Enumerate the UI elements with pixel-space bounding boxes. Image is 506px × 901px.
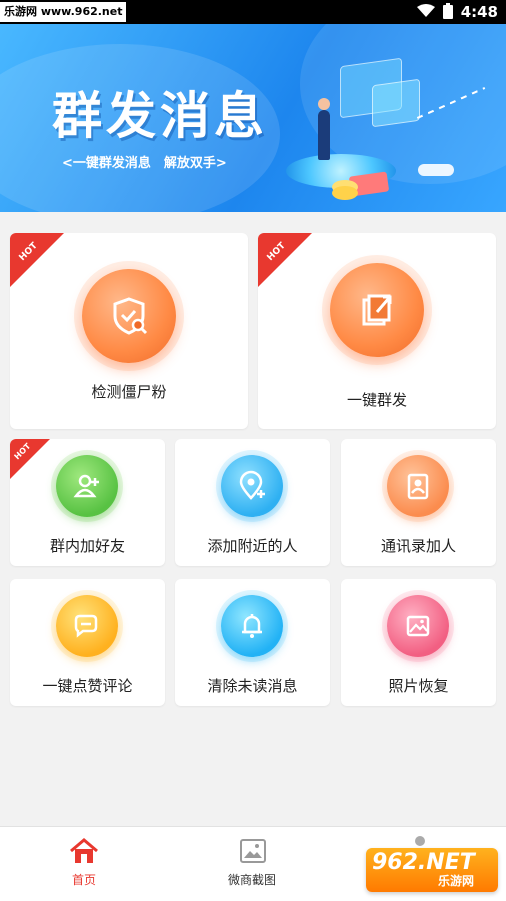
feature-label: 群内加好友 <box>49 537 125 555</box>
banner-subtitle: <一键群发消息 解放双手> <box>62 156 227 171</box>
promo-banner[interactable]: 群发消息 <一键群发消息 解放双手> <box>0 24 506 212</box>
status-site-label: 乐游网 www.962.net <box>0 2 127 22</box>
feature-label: 添加附近的人 <box>207 537 298 555</box>
home-icon <box>70 838 98 863</box>
feature-label: 通讯录加人 <box>380 537 456 555</box>
nav-label: 首页 <box>71 873 96 887</box>
feature-card-one-click-broadcast[interactable]: HOT 一键群发 <box>258 233 496 429</box>
photo-icon <box>387 595 449 657</box>
location-add-icon <box>221 455 283 517</box>
watermark-site-text: 乐游网 <box>438 874 475 888</box>
nav-item-home[interactable]: 首页 <box>0 827 168 901</box>
chart-board-illustration <box>372 78 420 128</box>
image-icon <box>240 839 266 863</box>
coins-illustration <box>332 186 358 200</box>
add-friend-icon <box>56 455 118 517</box>
feature-card-detect-zombie-fans[interactable]: HOT 检测僵尸粉 <box>10 233 248 429</box>
feature-label: 一键点赞评论 <box>42 677 133 695</box>
contacts-add-icon <box>387 455 449 517</box>
feature-label: 一键群发 <box>346 391 407 409</box>
feature-label: 照片恢复 <box>388 677 449 695</box>
shield-search-icon <box>82 269 176 363</box>
feature-label: 清除未读消息 <box>207 677 298 695</box>
feature-label: 检测僵尸粉 <box>91 383 167 401</box>
feature-card-group-add-friends[interactable]: HOT 群内加好友 <box>10 439 165 566</box>
site-watermark: 962.NET 乐游网 <box>366 848 498 892</box>
cloud-illustration <box>418 164 454 176</box>
status-bar: 乐游网 www.962.net 4:48 <box>0 0 506 24</box>
nav-label: 微商截图 <box>227 873 276 887</box>
hot-badge <box>258 233 312 287</box>
hot-badge <box>10 233 64 287</box>
feature-card-like-comment[interactable]: 一键点赞评论 <box>10 579 165 706</box>
feature-card-contacts-add[interactable]: 通讯录加人 <box>341 439 496 566</box>
share-edit-icon <box>330 263 424 357</box>
wifi-icon <box>416 3 435 21</box>
feature-card-photo-recovery[interactable]: 照片恢复 <box>341 579 496 706</box>
bell-clear-icon <box>221 595 283 657</box>
comment-icon <box>56 595 118 657</box>
nav-item-screenshot[interactable]: 微商截图 <box>168 827 336 901</box>
person-illustration <box>318 98 330 160</box>
feature-card-add-nearby[interactable]: 添加附近的人 <box>175 439 330 566</box>
banner-title: 群发消息 <box>52 87 268 145</box>
battery-icon <box>442 2 453 22</box>
feature-card-clear-unread[interactable]: 清除未读消息 <box>175 579 330 706</box>
status-time: 4:48 <box>460 3 498 21</box>
